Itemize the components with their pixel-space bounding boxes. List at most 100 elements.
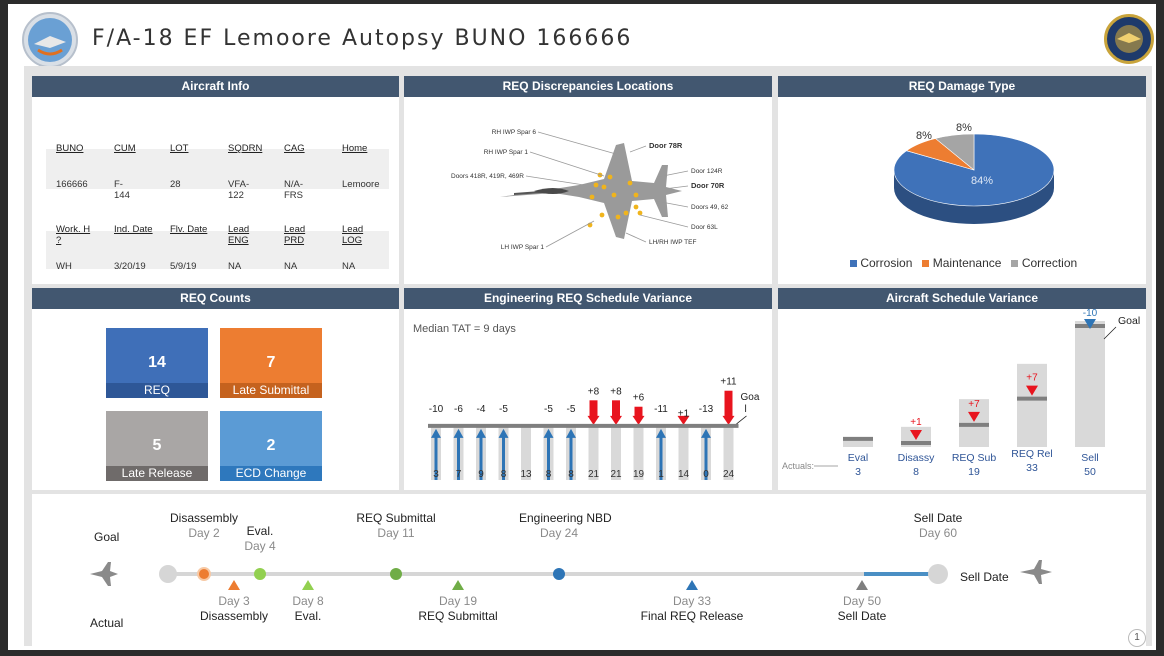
leader-line [525, 175, 585, 186]
sell-date-side-label: Sell Date [960, 570, 1009, 584]
info-value: NA [284, 261, 298, 272]
req-count-tile: 7 Late Submittal [220, 328, 322, 398]
bar-value-label: 8 [568, 469, 574, 480]
pie-legend: Corrosion Maintenance Correction [850, 256, 1077, 270]
actual-value-label: 19 [968, 466, 980, 478]
location-label-left: RH IWP Spar 6 [492, 129, 537, 136]
info-header: Lead ENG [228, 224, 250, 246]
variance-label: -5 [544, 404, 553, 415]
late-arrow-head [722, 415, 735, 425]
leader-line [529, 151, 605, 177]
variance-label: -10 [1083, 309, 1098, 319]
actual-milestone-triangle [452, 580, 464, 590]
goal-event-day: Day 24 [539, 526, 579, 540]
discrepancy-dot [611, 192, 617, 198]
actual-value-label: 33 [1026, 462, 1038, 474]
req-locations-panel: REQ Discrepancies Locations RH IWP Spar … [404, 76, 772, 284]
bar-value-label: 13 [520, 469, 532, 480]
req-count-tile: 14 REQ [106, 328, 208, 398]
location-label-right: Door 124R [691, 168, 723, 175]
late-arrow-head [587, 415, 600, 425]
variance-label: -4 [477, 404, 486, 415]
tile-label: ECD Change [220, 466, 322, 481]
goal-milestone-dot [390, 568, 402, 580]
actual-event-day: Day 33 [672, 594, 712, 608]
variance-label: -6 [454, 404, 463, 415]
actual-milestone-triangle [228, 580, 240, 590]
goal-event-name: REQ Submittal [356, 511, 436, 525]
category-label: REQ Sub [952, 452, 997, 464]
info-header: Ind. Date [114, 224, 153, 235]
goal-milestone-dot [553, 568, 565, 580]
bar-value-label: 14 [678, 469, 690, 480]
location-label-right: Doors 49, 62 [691, 204, 729, 211]
info-header: Home [342, 143, 368, 154]
bar-value-label: 3 [433, 469, 439, 480]
actual-value-label: 3 [855, 466, 861, 478]
late-arrow-head [632, 415, 645, 425]
tile-value: 2 [266, 437, 276, 454]
goal-label: Goa [741, 392, 760, 403]
info-header: BUNO [56, 143, 84, 154]
row1-band [46, 149, 389, 189]
slide: F/A-18 EF Lemoore Autopsy BUNO 166666 Ai… [8, 4, 1156, 650]
actual-event-name: REQ Submittal [418, 609, 498, 623]
damage-type-panel: REQ Damage Type 84% 8% 8% Corrosion Mainte… [778, 76, 1146, 284]
row2-band [46, 231, 389, 269]
goal-jet-icon [90, 562, 118, 586]
goal-event-day: Day 4 [244, 539, 276, 553]
tile-value: 7 [266, 354, 276, 371]
discrepancy-dot [615, 214, 621, 220]
info-value: VFA-122 [228, 179, 250, 201]
info-value: Lemoore [342, 179, 380, 190]
discrepancy-dot [589, 194, 595, 200]
goal-label: Goal [1118, 315, 1140, 327]
actual-event-name: Eval. [294, 609, 322, 623]
eng-variance-title: Engineering REQ Schedule Variance [404, 288, 772, 309]
variance-label: +11 [720, 377, 737, 388]
location-label-right: Door 78R [649, 141, 683, 150]
goal-milestone-dot [254, 568, 266, 580]
aircraft-variance-chart: Eval 3 +1 Disassy 8 +7 REQ Sub 19 +7 REQ Rel 33 -10… [782, 309, 1140, 478]
location-label-left: LH IWP Spar 1 [501, 244, 545, 251]
variance-label: +7 [1026, 373, 1038, 384]
req-count-tile: 2 ECD Change [220, 411, 322, 481]
late-bar [612, 400, 620, 418]
goal-event-name: Engineering NBD [519, 511, 612, 525]
info-header: Flv. Date [170, 224, 208, 235]
aircraft-diagram: RH IWP Spar 6 RH IWP Spar 1 Doors 418R, 41… [451, 129, 729, 251]
legend-corrosion: Corrosion [860, 256, 913, 270]
actual-row-label: Actual [90, 616, 124, 630]
bar-value-label: 21 [588, 469, 600, 480]
bar-value-label: 1 [658, 469, 664, 480]
info-header: LOT [170, 143, 189, 154]
location-label-left: Doors 418R, 419R, 469R [451, 173, 524, 180]
goal-label-wrap: l [745, 404, 747, 415]
pie-data-label: 8% [916, 130, 932, 142]
variance-label: -10 [429, 404, 444, 415]
pie-data-label: 84% [971, 175, 993, 187]
info-value: NA [228, 261, 242, 272]
variance-label: -13 [699, 404, 714, 415]
info-value: 166666 [56, 179, 88, 190]
info-header: CAG [284, 143, 305, 154]
variance-label: -5 [499, 404, 508, 415]
info-value: NA [342, 261, 356, 272]
timeline-track [162, 572, 942, 576]
goal-event-day: Day 11 [377, 526, 415, 540]
variance-label: +1 [678, 409, 690, 420]
discrepancy-dot [633, 192, 639, 198]
bar-value-label: 19 [633, 469, 645, 480]
category-label: Sell [1081, 452, 1099, 464]
bar-value-label: 8 [546, 469, 552, 480]
squadron-logo-icon [22, 12, 78, 68]
actual-value-label: 8 [913, 466, 919, 478]
goal-row-label: Goal [94, 530, 120, 544]
timeline-start-cap [159, 565, 177, 583]
discrepancy-dot [593, 182, 599, 188]
discrepancy-dot [633, 204, 639, 210]
info-header: CUM [114, 143, 136, 154]
location-label-right: Door 70R [691, 181, 725, 190]
location-label-left: RH IWP Spar 1 [484, 149, 529, 156]
bar-value-label: 0 [703, 469, 709, 480]
